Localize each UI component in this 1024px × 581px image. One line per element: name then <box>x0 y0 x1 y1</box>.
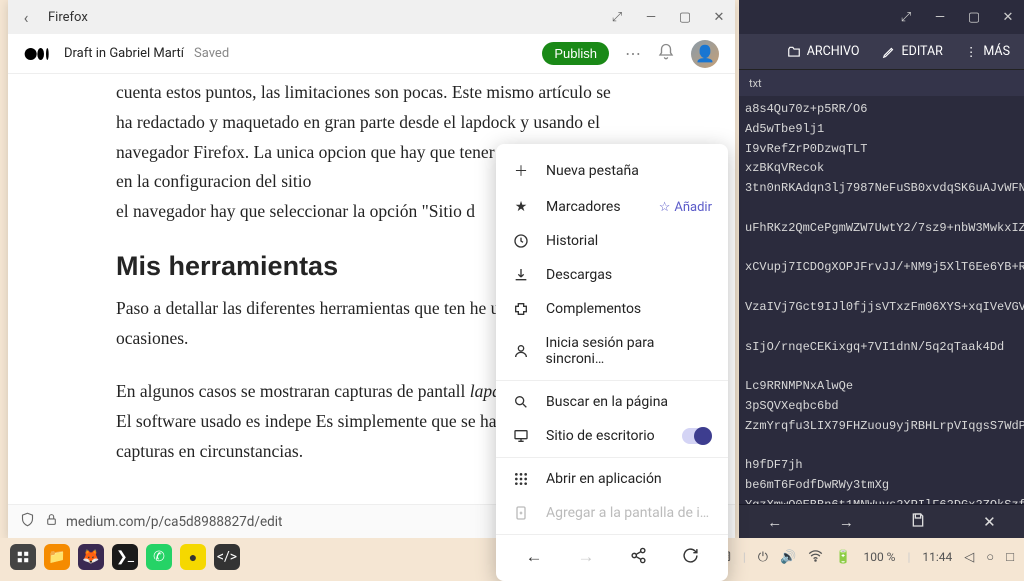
minimize-icon[interactable]: ― <box>643 9 659 25</box>
menu-downloads[interactable]: Descargas <box>496 258 728 292</box>
menu-editar[interactable]: EDITAR <box>882 44 943 59</box>
plus-icon: ＋ <box>512 161 530 181</box>
nav-forward-icon: → <box>578 547 595 569</box>
addons-icon <box>512 301 530 317</box>
power-icon[interactable]: ⏻ <box>758 550 768 565</box>
maximize-icon[interactable]: ▢ <box>677 9 693 25</box>
app-icon[interactable]: ● <box>180 544 206 570</box>
window-controls: ⤢ ― ▢ ✕ <box>609 9 727 25</box>
nav-back-icon[interactable]: ◁ <box>964 550 974 565</box>
close-icon[interactable]: ✕ <box>711 9 727 25</box>
medium-header: Draft in Gabriel Martí Saved Publish ⋯ 👤 <box>8 34 735 74</box>
maximize-icon[interactable]: ▢ <box>966 9 982 25</box>
editor-title-bar: ⤢ ― ▢ ✕ <box>739 0 1024 34</box>
menu-label: Complementos <box>546 301 641 317</box>
saved-status: Saved <box>194 46 229 61</box>
nav-home-icon[interactable]: ○ <box>986 549 994 565</box>
battery-percentage: 100 % <box>863 550 895 564</box>
menu-history[interactable]: Historial <box>496 224 728 258</box>
terminal-app-icon[interactable]: ❯_ <box>112 544 138 570</box>
reload-icon[interactable] <box>682 547 699 569</box>
download-icon <box>512 267 530 283</box>
notifications-icon[interactable] <box>657 43 675 65</box>
apps-grid-icon <box>512 471 530 487</box>
menu-label: Sitio de escritorio <box>546 428 655 444</box>
desktop-site-toggle[interactable] <box>682 428 712 444</box>
editor-menu-bar: ARCHIVO EDITAR ⋮ MÁS <box>739 34 1024 70</box>
more-icon[interactable]: ⋯ <box>625 44 641 63</box>
back-chevron-icon[interactable]: ‹ <box>16 8 36 27</box>
expand-icon[interactable]: ⤢ <box>898 9 914 25</box>
menu-label: Agregar a la pantalla de i… <box>546 505 709 521</box>
menu-add-to-home[interactable]: Agregar a la pantalla de i… <box>496 496 728 530</box>
editor-tab[interactable]: txt <box>739 70 1024 96</box>
firefox-app-icon[interactable]: 🦊 <box>78 544 104 570</box>
menu-divider <box>496 534 728 535</box>
apps-icon[interactable] <box>10 544 36 570</box>
share-icon[interactable] <box>630 547 647 569</box>
desktop-icon <box>512 428 530 444</box>
menu-label: Marcadores <box>546 199 621 215</box>
lock-icon[interactable] <box>42 513 60 530</box>
volume-icon[interactable]: 🔊 <box>780 550 796 565</box>
window-title: Firefox <box>48 10 609 25</box>
menu-signin[interactable]: Inicia sesión para sincroni… <box>496 326 728 376</box>
star-filled-icon: ★ <box>512 199 530 215</box>
menu-desktop-site[interactable]: Sitio de escritorio <box>496 419 728 453</box>
editor-toolbar: ← → ✕ <box>739 504 1024 538</box>
medium-logo-icon[interactable] <box>24 46 56 62</box>
menu-label: Nueva pestaña <box>546 163 639 179</box>
whatsapp-app-icon[interactable]: ✆ <box>146 544 172 570</box>
editor-content[interactable]: a8s4Qu70z+p5RR/O6Ad5wTbe9lj1I9vRefZrP0Dz… <box>739 96 1024 504</box>
publish-button[interactable]: Publish <box>542 42 609 65</box>
menu-bookmarks[interactable]: ★ Marcadores ☆ Añadir <box>496 190 728 224</box>
add-to-home-icon <box>512 505 530 521</box>
menu-open-in-app[interactable]: Abrir en aplicación <box>496 462 728 496</box>
avatar[interactable]: 👤 <box>691 40 719 68</box>
search-icon <box>512 394 530 410</box>
menu-divider <box>496 380 728 381</box>
firefox-menu-popup: ＋ Nueva pestaña ★ Marcadores ☆ Añadir Hi… <box>496 144 728 581</box>
menu-label: Abrir en aplicación <box>546 471 662 487</box>
menu-nav-bar: ← → <box>496 539 728 573</box>
editor-window: ⤢ ― ▢ ✕ ARCHIVO EDITAR ⋮ MÁS txt a8s4Qu7… <box>739 0 1024 538</box>
menu-divider <box>496 457 728 458</box>
code-app-icon[interactable]: </> <box>214 544 240 570</box>
menu-mas[interactable]: ⋮ MÁS <box>965 44 1010 60</box>
toolbar-save-icon[interactable] <box>910 512 926 532</box>
menu-addons[interactable]: Complementos <box>496 292 728 326</box>
menu-find-in-page[interactable]: Buscar en la página <box>496 385 728 419</box>
history-icon <box>512 233 530 249</box>
minimize-icon[interactable]: ― <box>932 9 948 25</box>
nav-back-icon[interactable]: ← <box>526 547 543 569</box>
window-title-bar: ‹ Firefox ⤢ ― ▢ ✕ <box>8 0 735 34</box>
toolbar-back-icon[interactable]: ← <box>767 513 782 531</box>
menu-archivo[interactable]: ARCHIVO <box>787 44 860 59</box>
toolbar-forward-icon[interactable]: → <box>839 513 854 531</box>
menu-label: Inicia sesión para sincroni… <box>546 335 712 367</box>
menu-new-tab[interactable]: ＋ Nueva pestaña <box>496 152 728 190</box>
account-icon <box>512 343 530 359</box>
menu-label: Descargas <box>546 267 612 283</box>
add-bookmark-link[interactable]: ☆ Añadir <box>659 200 712 215</box>
toolbar-close-icon[interactable]: ✕ <box>983 513 996 531</box>
wifi-icon[interactable] <box>808 548 823 567</box>
shield-icon[interactable] <box>18 512 36 531</box>
expand-icon[interactable]: ⤢ <box>609 9 625 25</box>
nav-recent-icon[interactable]: □ <box>1006 549 1014 565</box>
battery-icon[interactable]: 🔋 <box>835 550 851 565</box>
clock: 11:44 <box>922 550 952 564</box>
files-app-icon[interactable]: 📁 <box>44 544 70 570</box>
url-text: medium.com/p/ca5d8988827d/edit <box>66 514 282 530</box>
close-icon[interactable]: ✕ <box>1000 9 1016 25</box>
menu-label: Historial <box>546 233 598 249</box>
menu-label: Buscar en la página <box>546 394 668 410</box>
draft-label: Draft in Gabriel Martí <box>64 46 184 61</box>
